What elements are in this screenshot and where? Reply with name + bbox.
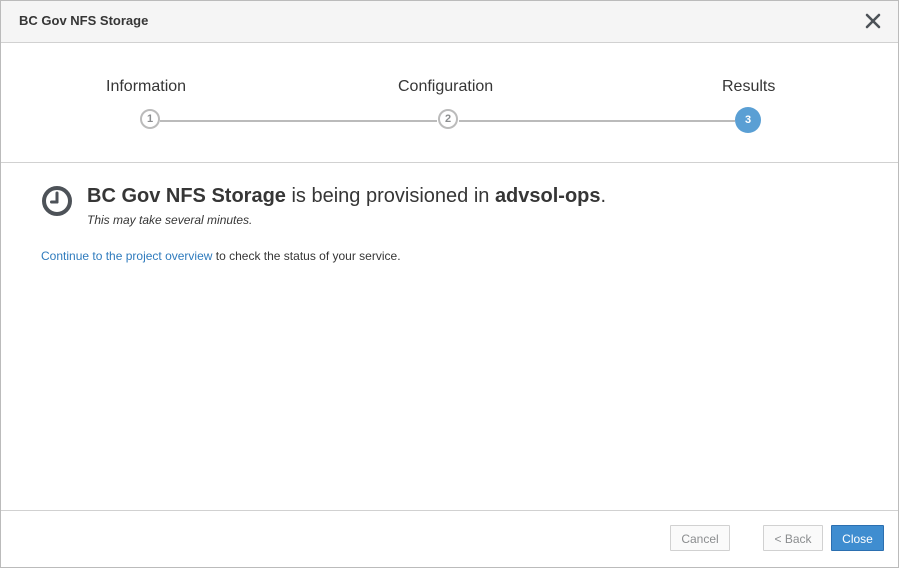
step-label-configuration: Configuration	[398, 78, 494, 95]
provision-dialog: BC Gov NFS Storage Information Configura…	[0, 0, 899, 568]
step-number-2: 2	[438, 109, 458, 129]
step-label-results: Results	[722, 78, 776, 95]
provision-status-headline: BC Gov NFS Storage is being provisioned …	[87, 185, 606, 208]
wizard-steps: Information Configuration Results 1 2 3	[1, 43, 898, 163]
continue-message: Continue to the project overview to chec…	[41, 249, 401, 263]
headline-end: .	[600, 185, 607, 207]
headline-middle-text: is being provisioned in	[285, 185, 495, 207]
dialog-title: BC Gov NFS Storage	[19, 13, 149, 28]
close-icon[interactable]	[862, 10, 884, 32]
cancel-button[interactable]: Cancel	[670, 525, 730, 551]
project-name: advsol-ops	[494, 185, 601, 207]
dialog-header: BC Gov NFS Storage	[1, 1, 898, 43]
dialog-footer: Cancel < Back Close	[1, 510, 898, 568]
step-label-information: Information	[106, 78, 187, 95]
close-button[interactable]: Close	[831, 525, 884, 551]
back-button[interactable]: < Back	[763, 525, 823, 551]
step-connector	[160, 120, 437, 122]
step-connector	[459, 120, 735, 122]
clock-icon	[42, 186, 72, 216]
service-name: BC Gov NFS Storage	[87, 185, 286, 207]
project-overview-link[interactable]: Continue to the project overview	[41, 249, 212, 263]
provision-note: This may take several minutes.	[87, 213, 253, 227]
step-number-3: 3	[735, 107, 761, 133]
continue-suffix: to check the status of your service.	[212, 249, 401, 263]
step-number-1: 1	[140, 109, 160, 129]
